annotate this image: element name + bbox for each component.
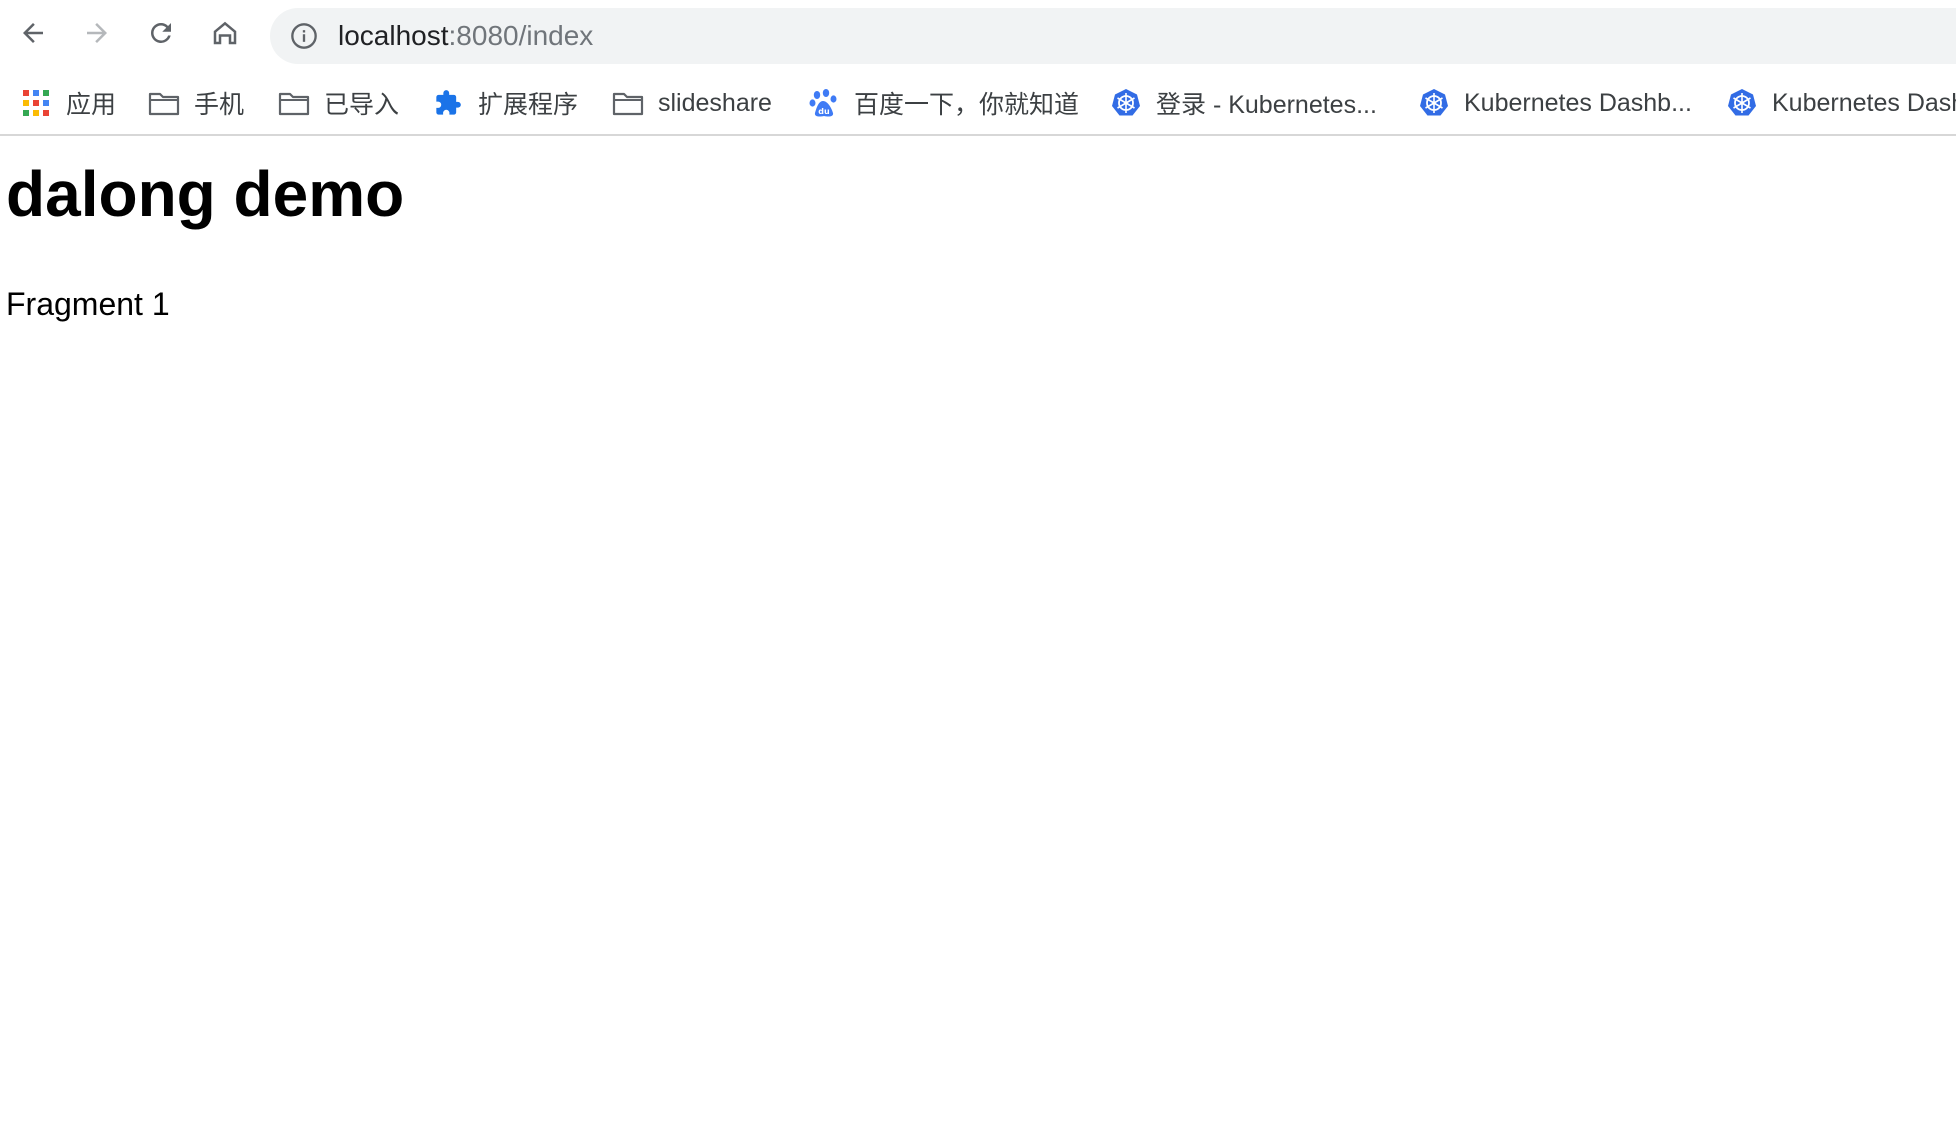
reload-icon — [151, 22, 171, 43]
reload-button[interactable] — [138, 10, 184, 56]
bookmark-baidu[interactable]: du 百度一下，你就知道 — [808, 72, 1079, 134]
bookmark-extensions[interactable]: 扩展程序 — [432, 72, 578, 134]
back-button[interactable] — [10, 10, 56, 56]
bookmark-label: 百度一下，你就知道 — [854, 91, 1080, 119]
bookmark-apps[interactable]: 应用 — [20, 72, 116, 134]
kubernetes-icon — [1110, 87, 1142, 119]
bookmark-label: 应用 — [66, 91, 117, 119]
bookmark-label: 扩展程序 — [478, 91, 579, 119]
bookmarks-bar: 应用 手机 已导入 扩展程序 slideshare du 百度一下，你就知道 登… — [0, 72, 1956, 136]
kubernetes-icon — [1726, 87, 1758, 119]
browser-toolbar: localhost:8080/index — [0, 0, 1956, 72]
forward-button[interactable] — [74, 10, 120, 56]
svg-text:du: du — [818, 107, 830, 116]
bookmark-label: 登录 - Kubernetes... — [1156, 91, 1377, 119]
info-icon[interactable] — [290, 22, 318, 50]
bookmark-folder-slideshare[interactable]: slideshare — [612, 72, 772, 134]
bookmark-kubernetes-login[interactable]: 登录 - Kubernetes... — [1110, 72, 1377, 134]
folder-icon — [612, 87, 644, 119]
kubernetes-icon — [1418, 87, 1450, 119]
bookmark-label: Kubernetes Dashb... — [1464, 88, 1692, 117]
url-text[interactable]: localhost:8080/index — [338, 8, 593, 64]
apps-grid-icon — [20, 87, 52, 119]
folder-icon — [148, 87, 180, 119]
bookmark-folder-phone[interactable]: 手机 — [148, 72, 244, 134]
bookmark-kubernetes-dashboard-2[interactable]: Kubernetes Dash — [1726, 72, 1956, 134]
bookmark-label: slideshare — [658, 88, 772, 117]
url-host: localhost — [338, 20, 449, 51]
bookmark-folder-imported[interactable]: 已导入 — [278, 72, 399, 134]
bookmark-label: 手机 — [194, 91, 245, 119]
url-path: :8080/index — [448, 20, 594, 51]
page-title: dalong demo — [6, 158, 405, 230]
bookmark-label: 已导入 — [324, 91, 400, 119]
folder-icon — [278, 87, 310, 119]
address-bar[interactable]: localhost:8080/index — [270, 8, 1956, 64]
home-button[interactable] — [202, 10, 248, 56]
bookmark-kubernetes-dashboard[interactable]: Kubernetes Dashb... — [1418, 72, 1692, 134]
puzzle-icon — [432, 87, 464, 119]
arrow-left-icon — [23, 23, 43, 43]
arrow-right-icon — [87, 23, 107, 43]
bookmark-label: Kubernetes Dash — [1772, 88, 1956, 117]
fragment-text: Fragment 1 — [6, 286, 170, 322]
baidu-paw-icon: du — [808, 87, 840, 119]
home-icon — [213, 21, 237, 45]
